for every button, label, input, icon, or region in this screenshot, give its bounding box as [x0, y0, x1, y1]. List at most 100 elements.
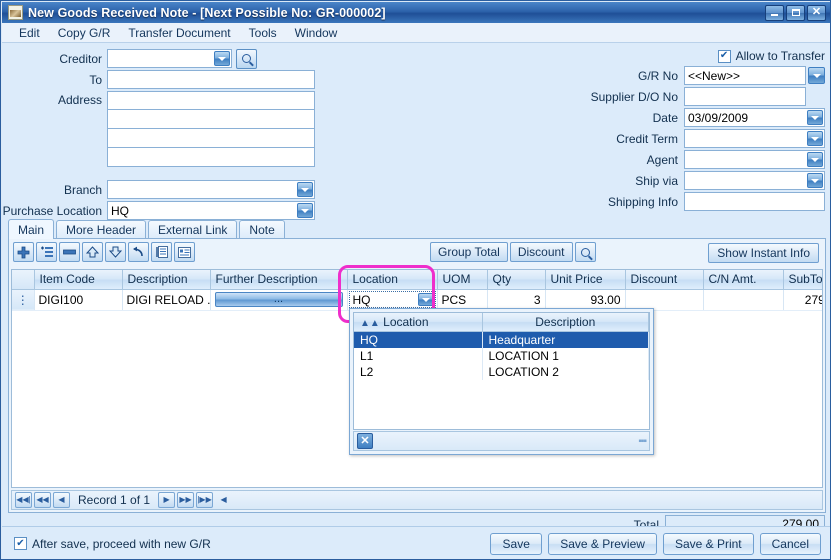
creditor-field[interactable] [107, 49, 232, 68]
further-description-button[interactable]: ... [214, 292, 343, 307]
resize-grip-icon[interactable]: ▪▪▪ [638, 436, 647, 447]
date-dropdown-icon[interactable] [807, 110, 823, 125]
date-field[interactable] [684, 108, 825, 127]
lookup-cell-description[interactable]: LOCATION 1 [482, 348, 649, 364]
shipping-info-field[interactable] [684, 192, 825, 211]
credit-term-field[interactable] [684, 129, 825, 148]
agent-dropdown-icon[interactable] [807, 152, 823, 167]
allow-to-transfer-row[interactable]: Allow to Transfer [573, 49, 825, 63]
maximize-button[interactable] [786, 4, 805, 21]
credit-term-input[interactable] [685, 130, 824, 147]
column-header-qty[interactable]: Qty [487, 270, 546, 290]
lookup-cell-description[interactable]: Headquarter [482, 331, 649, 348]
cell-further-description[interactable]: ... [210, 289, 348, 311]
close-icon[interactable]: ✕ [357, 433, 373, 449]
list-item[interactable]: L2 LOCATION 2 [354, 364, 649, 380]
lookup-cell-code[interactable]: L1 [354, 348, 483, 364]
creditor-input[interactable] [108, 50, 231, 67]
menu-item-edit[interactable]: Edit [10, 24, 49, 42]
menu-item-window[interactable]: Window [286, 24, 347, 42]
discount-button[interactable]: Discount [509, 242, 573, 262]
column-header-location[interactable]: Location [347, 270, 438, 290]
menu-item-transfer-document[interactable]: Transfer Document [119, 24, 239, 42]
save-and-preview-button[interactable]: Save & Preview [548, 532, 657, 555]
column-header-description[interactable]: Description [122, 270, 211, 290]
address-line-3[interactable] [107, 129, 315, 148]
supplier-do-no-field[interactable] [684, 87, 806, 106]
group-total-button[interactable]: Group Total [430, 242, 508, 262]
undo-button[interactable] [128, 242, 149, 262]
purchase-location-field[interactable] [107, 201, 315, 220]
move-down-button[interactable] [105, 242, 126, 262]
tab-more-header[interactable]: More Header [56, 220, 147, 239]
delete-row-button[interactable] [59, 242, 80, 262]
add-row-button[interactable] [13, 242, 34, 262]
close-button[interactable]: ✕ [807, 4, 826, 21]
to-field[interactable] [107, 70, 315, 89]
prev-record-button[interactable]: ◀ [53, 492, 70, 508]
after-save-checkbox[interactable] [14, 537, 27, 550]
address-line-4[interactable] [107, 148, 315, 167]
lookup-cell-code[interactable]: L2 [354, 364, 483, 380]
gr-no-field[interactable] [684, 66, 806, 85]
last-record-button[interactable]: |▶▶ [196, 492, 214, 508]
save-button[interactable]: Save [490, 532, 543, 555]
agent-input[interactable] [685, 151, 824, 168]
after-save-row[interactable]: After save, proceed with new G/R [2, 537, 211, 551]
address-input-4[interactable] [108, 148, 314, 166]
grid-search-button[interactable] [574, 242, 596, 262]
cell-description[interactable]: DIGI RELOAD ... [122, 289, 211, 311]
cell-cn-amt[interactable] [703, 289, 784, 311]
move-up-button[interactable] [82, 242, 103, 262]
purchase-location-input[interactable] [108, 202, 314, 219]
location-lookup-popup[interactable]: ▲▲ Location Description HQ Headquarter L… [349, 308, 654, 455]
prev-page-button[interactable]: ◀◀ [34, 492, 51, 508]
cell-qty[interactable]: 3 [487, 289, 546, 311]
cell-subtotal[interactable]: 279.00 [783, 289, 822, 311]
branch-field[interactable] [107, 180, 315, 199]
supplier-do-no-input[interactable] [685, 88, 805, 105]
shipping-info-input[interactable] [685, 193, 824, 210]
column-header-uom[interactable]: UOM [437, 270, 488, 290]
branch-dropdown-icon[interactable] [297, 182, 313, 197]
column-header-cn-amt[interactable]: C/N Amt. [703, 270, 784, 290]
cancel-button[interactable]: Cancel [759, 532, 821, 555]
to-input[interactable] [108, 71, 314, 88]
detail-button[interactable] [151, 242, 172, 262]
column-header-subtotal[interactable]: SubTotal [783, 270, 822, 290]
cell-location[interactable]: HQ [347, 289, 438, 311]
allow-to-transfer-checkbox[interactable] [717, 49, 731, 63]
address-line-1[interactable] [107, 91, 315, 110]
show-instant-info-button[interactable]: Show Instant Info [708, 243, 819, 263]
ship-via-field[interactable] [684, 171, 825, 190]
lookup-column-description[interactable]: Description [482, 313, 649, 332]
lookup-column-location[interactable]: ▲▲ Location [354, 313, 483, 332]
agent-field[interactable] [684, 150, 825, 169]
list-item[interactable]: HQ Headquarter [354, 331, 649, 348]
minimize-button[interactable] [765, 4, 784, 21]
lookup-cell-code[interactable]: HQ [354, 331, 483, 348]
tab-external-link[interactable]: External Link [148, 220, 238, 239]
date-input[interactable] [685, 109, 824, 126]
column-header-further-description[interactable]: Further Description [210, 270, 348, 290]
cell-item-code[interactable]: DIGI100 [34, 289, 123, 311]
column-header-unit-price[interactable]: Unit Price [545, 270, 626, 290]
address-input-3[interactable] [108, 129, 314, 147]
address-line-2[interactable] [107, 110, 315, 129]
ship-via-input[interactable] [685, 172, 824, 189]
table-row[interactable]: ⋮ DIGI100 DIGI RELOAD ... ... HQ PCS 3 9… [12, 289, 822, 311]
insert-row-button[interactable] [36, 242, 57, 262]
cell-discount[interactable] [625, 289, 704, 311]
location-combobox[interactable]: HQ [348, 291, 436, 308]
save-and-print-button[interactable]: Save & Print [662, 532, 754, 555]
lookup-cell-description[interactable]: LOCATION 2 [482, 364, 649, 380]
cell-unit-price[interactable]: 93.00 [545, 289, 626, 311]
address-input-1[interactable] [108, 92, 314, 109]
branch-input[interactable] [108, 181, 314, 198]
properties-button[interactable] [174, 242, 195, 262]
gr-no-dropdown-icon[interactable] [808, 67, 825, 84]
menu-item-tools[interactable]: Tools [240, 24, 286, 42]
next-record-button[interactable]: ▶ [158, 492, 176, 508]
first-record-button[interactable]: ◀◀| [15, 492, 32, 508]
purchase-location-dropdown-icon[interactable] [297, 203, 313, 218]
